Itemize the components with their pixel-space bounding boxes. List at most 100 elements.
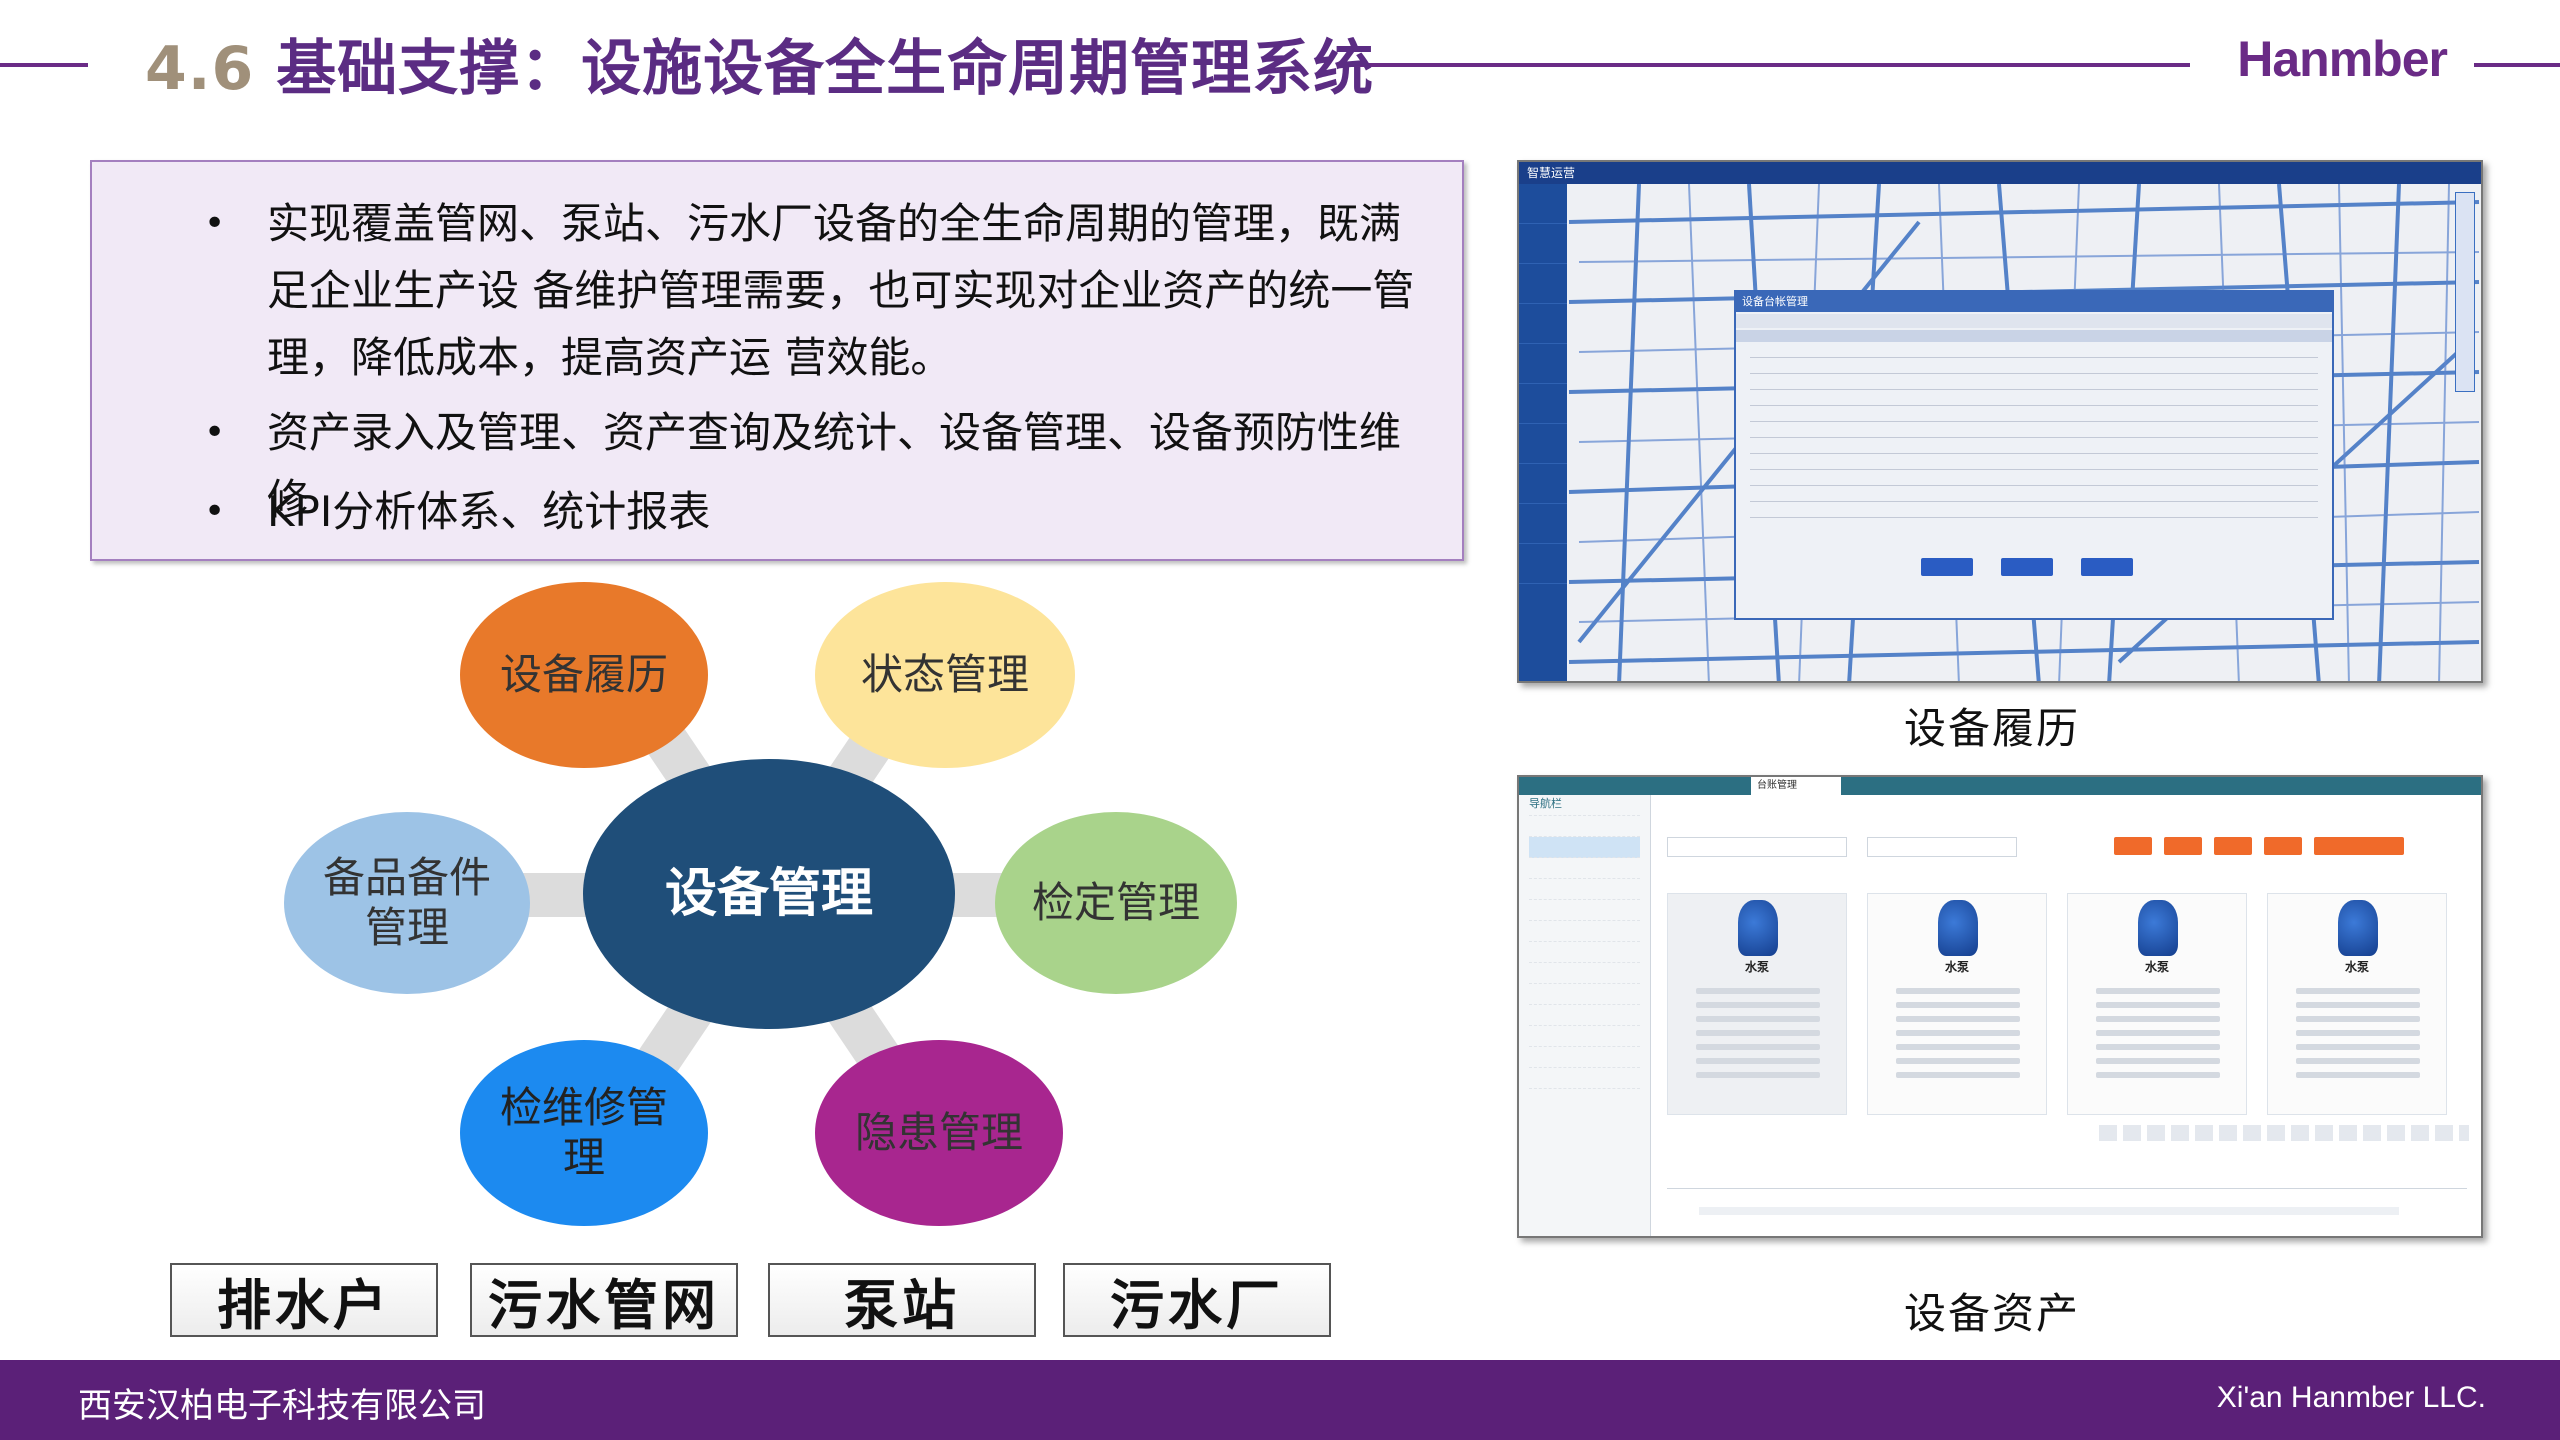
card-line <box>1896 1030 2020 1036</box>
card-title: 水泵 <box>1944 960 1969 974</box>
sidebar-item[interactable] <box>1519 504 1567 544</box>
app-sidebar <box>1519 184 1567 681</box>
card-line <box>2096 1058 2220 1064</box>
card-line <box>2296 1072 2420 1078</box>
pump-icon <box>1938 900 1978 956</box>
nav-item[interactable] <box>1529 858 1640 879</box>
node-verification-management: 检定管理 <box>995 812 1237 994</box>
node-maintenance-management: 检维修管理 <box>460 1040 708 1226</box>
card-line <box>2096 1072 2220 1078</box>
sidebar-item[interactable] <box>1519 384 1567 424</box>
card-line <box>1896 1044 2020 1050</box>
card-line <box>1696 1044 1820 1050</box>
nav-item[interactable] <box>1529 900 1640 921</box>
sidebar-item[interactable] <box>1519 424 1567 464</box>
card-line <box>1696 1016 1820 1022</box>
company-name-en: Xi'an Hanmber LLC. <box>2216 1381 2486 1414</box>
form-row <box>1750 442 2318 454</box>
download-qrcode-button[interactable] <box>2314 837 2404 855</box>
category-box-pump-station: 泵站 <box>768 1263 1036 1337</box>
asset-card[interactable]: 水泵 <box>2067 893 2247 1115</box>
equipment-ledger-dialog: 设备台帐管理 <box>1734 290 2334 620</box>
search-button[interactable] <box>2114 837 2152 855</box>
card-line <box>1696 1072 1820 1078</box>
nav-item[interactable] <box>1529 1068 1640 1089</box>
slide-title: 4.6 基础支撑：设施设备全生命周期管理系统 <box>145 20 1374 107</box>
form-row <box>1750 346 2318 358</box>
nav-item[interactable] <box>1529 1047 1640 1068</box>
card-line <box>1896 1058 2020 1064</box>
nav-item[interactable] <box>1529 963 1640 984</box>
node-label: 检定管理 <box>1031 878 1200 927</box>
asset-card[interactable]: 水泵 <box>1867 893 2047 1115</box>
bullet-item: • 实现覆盖管网、泵站、污水厂设备的全生命周期的管理，既满足企业生产设 备维护管… <box>114 190 1434 391</box>
nav-item[interactable] <box>1529 942 1640 963</box>
form-row <box>1750 362 2318 374</box>
bullet-box: • 实现覆盖管网、泵站、污水厂设备的全生命周期的管理，既满足企业生产设 备维护管… <box>90 160 1464 561</box>
header-rule-middle <box>1338 63 2190 67</box>
nav-item[interactable] <box>1529 816 1640 837</box>
asset-card[interactable]: 水泵 <box>1667 893 1847 1115</box>
nav-item[interactable] <box>1529 1026 1640 1047</box>
sidebar-item[interactable] <box>1519 344 1567 384</box>
card-line <box>1696 1058 1820 1064</box>
sidebar-item[interactable] <box>1519 264 1567 304</box>
company-name-cn: 西安汉柏电子科技有限公司 <box>78 1386 486 1426</box>
header-rule-right <box>2474 63 2560 67</box>
card-line <box>1696 1030 1820 1036</box>
form-row <box>1750 506 2318 518</box>
sidebar-item[interactable] <box>1519 464 1567 504</box>
map-zoom-controls[interactable] <box>2455 192 2475 392</box>
add-button[interactable] <box>2164 837 2202 855</box>
nav-item[interactable] <box>1529 1005 1640 1026</box>
sidebar-item[interactable] <box>1519 224 1567 264</box>
card-line <box>2296 1044 2420 1050</box>
nav-title: 导航栏 <box>1529 795 1640 816</box>
nav-item[interactable] <box>1529 837 1640 858</box>
pagination[interactable] <box>2099 1125 2469 1141</box>
cancel-button[interactable] <box>1921 558 1973 576</box>
bullet-dot-icon: • <box>204 491 226 532</box>
dialog-title: 设备台帐管理 <box>1736 292 2332 312</box>
node-status-management: 状态管理 <box>815 582 1075 768</box>
header-rule-left <box>0 63 88 67</box>
form-row <box>1750 410 2318 422</box>
reset-button[interactable] <box>2081 558 2133 576</box>
nav-item[interactable] <box>1529 879 1640 900</box>
card-line <box>2096 1002 2220 1008</box>
bullet-dot-icon: • <box>204 412 226 453</box>
card-title: 水泵 <box>1744 960 1769 974</box>
sidebar-item[interactable] <box>1519 544 1567 584</box>
node-label: 隐患管理 <box>854 1108 1023 1157</box>
asset-card[interactable]: 水泵 <box>2267 893 2447 1115</box>
filter-input[interactable] <box>1867 837 2017 857</box>
node-spare-parts-management: 备品备件管理 <box>284 812 530 994</box>
card-line <box>1896 1072 2020 1078</box>
dialog-tabs <box>1736 330 2332 342</box>
center-label: 设备管理 <box>664 864 873 924</box>
pump-icon <box>2338 900 2378 956</box>
sidebar-item[interactable] <box>1519 304 1567 344</box>
detail-row <box>1699 1207 2399 1215</box>
tab-ledger[interactable]: 台账管理 <box>1751 777 1841 795</box>
nav-item[interactable] <box>1529 984 1640 1005</box>
search-input[interactable] <box>1667 837 1847 857</box>
category-box-drainage-users: 排水户 <box>170 1263 438 1337</box>
dialog-toolbar <box>1736 314 2332 328</box>
sidebar-item[interactable] <box>1519 184 1567 224</box>
card-line <box>1696 988 1820 994</box>
edit-button[interactable] <box>2214 837 2252 855</box>
delete-button[interactable] <box>2264 837 2302 855</box>
nav-item[interactable] <box>1529 921 1640 942</box>
box-label: 排水户 <box>217 1273 391 1337</box>
screenshot-equipment-assets: 导航栏 台账管理 水泵 水泵 水泵 水泵 <box>1517 775 2483 1238</box>
form-row <box>1750 426 2318 438</box>
card-line <box>1696 1002 1820 1008</box>
navigation-sidebar: 导航栏 <box>1519 795 1651 1236</box>
section-number: 4.6 <box>145 34 255 104</box>
form-row <box>1750 490 2318 502</box>
detail-tabs[interactable] <box>1667 1169 2467 1189</box>
save-button[interactable] <box>2001 558 2053 576</box>
bullet-text: 实现覆盖管网、泵站、污水厂设备的全生命周期的管理，既满足企业生产设 备维护管理需… <box>267 199 1415 382</box>
card-line <box>2296 1058 2420 1064</box>
